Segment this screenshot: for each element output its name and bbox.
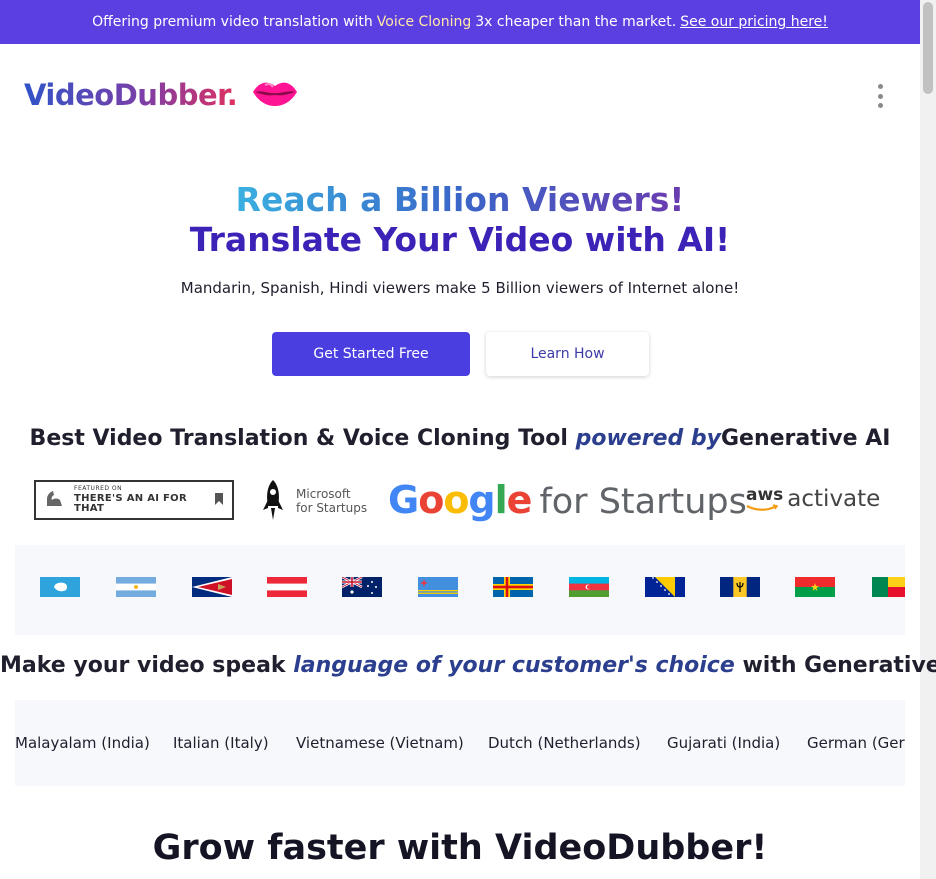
logo-text: VideoDubber.	[24, 78, 238, 112]
banner-highlight: Voice Cloning	[376, 14, 472, 30]
bookmark-icon	[214, 491, 224, 510]
hero-title-line1: Reach a Billion Viewers!	[0, 180, 920, 219]
pricing-link[interactable]: See our pricing here!	[680, 14, 828, 30]
powered-after: Generative AI	[720, 426, 891, 451]
menu-dot	[877, 93, 883, 99]
hero-subtitle: Mandarin, Spanish, Hindi viewers make 5 …	[180, 279, 740, 297]
powered-by-heading: Best Video Translation & Voice Cloning T…	[0, 426, 920, 451]
language-before: Make your video speak	[0, 653, 286, 678]
microsoft-startups-logo[interactable]: Microsoft for Startups	[260, 478, 367, 526]
google-letter: G	[388, 478, 419, 522]
hero-title-line2: Translate Your Video with AI!	[189, 220, 731, 259]
promo-banner: Offering premium video translation with …	[0, 0, 920, 44]
aift-featured-label: FEATURED ON	[74, 485, 123, 492]
google-letter: o	[418, 478, 444, 522]
rocket-icon	[260, 478, 286, 526]
aws-activate-text: activate	[787, 486, 881, 512]
benin-flag-icon	[872, 577, 905, 597]
language-item: Malayalam (India)	[15, 734, 150, 752]
hero-title-line1-text: Reach a Billion Viewers!	[235, 180, 685, 219]
language-item: German (Germany)	[807, 734, 905, 752]
google-for-startups-logo[interactable]: Google for Startups	[388, 478, 747, 522]
burkina-faso-flag-icon	[795, 577, 835, 597]
google-letter: l	[494, 478, 508, 522]
language-heading: Make your video speak language of your c…	[0, 653, 936, 678]
scrollbar-thumb[interactable]	[923, 2, 933, 94]
google-for-startups-text: for Startups	[539, 482, 747, 522]
theresanaiforthat-badge[interactable]: FEATURED ON THERE'S AN AI FOR THAT	[34, 480, 234, 520]
aland-islands-flag-icon	[493, 577, 533, 597]
get-started-button[interactable]: Get Started Free	[272, 332, 470, 376]
language-item: Vietnamese (Vietnam)	[296, 734, 464, 752]
australia-flag-icon	[342, 577, 382, 597]
grow-heading: Grow faster with VideoDubber!	[152, 828, 768, 868]
bosnia-flag-icon	[645, 577, 685, 597]
argentina-flag-icon	[116, 577, 156, 597]
flags-carousel	[15, 545, 905, 635]
language-em: language of your customer's choice	[293, 653, 735, 678]
azerbaijan-flag-icon	[569, 577, 609, 597]
language-item: Dutch (Netherlands)	[488, 734, 641, 752]
american-samoa-flag-icon	[192, 577, 232, 597]
site-logo[interactable]: VideoDubber.	[24, 78, 299, 112]
aws-word: aws	[746, 484, 784, 505]
aift-name: THERE'S AN AI FOR THAT	[74, 493, 187, 514]
menu-dot	[877, 103, 883, 108]
learn-how-button[interactable]: Learn How	[486, 332, 649, 376]
languages-carousel: Malayalam (India) Italian (Italy) Vietna…	[15, 700, 905, 786]
kebab-menu-icon[interactable]	[870, 80, 890, 112]
lips-icon	[251, 78, 299, 112]
language-after: with Generative AI	[742, 653, 936, 678]
powered-before: Best Video Translation & Voice Cloning T…	[29, 426, 568, 451]
aruba-flag-icon	[418, 577, 458, 597]
google-letter: e	[506, 478, 533, 522]
flexed-arm-icon	[44, 487, 66, 513]
microsoft-line1: Microsoft	[296, 487, 351, 502]
language-item: Italian (Italy)	[173, 734, 269, 752]
language-item: Gujarati (India)	[667, 734, 781, 752]
aws-smile-icon	[746, 503, 778, 511]
barbados-flag-icon	[720, 577, 760, 597]
menu-dot	[877, 84, 883, 89]
aws-activate-logo[interactable]: aws activate	[746, 486, 880, 512]
google-letter: o	[443, 478, 469, 522]
aws-mark: aws	[746, 484, 784, 512]
page-scrollbar[interactable]	[920, 0, 936, 879]
google-letter: g	[468, 478, 495, 522]
banner-text-after: 3x cheaper than the market.	[475, 14, 677, 30]
banner-text-before: Offering premium video translation with	[92, 14, 373, 30]
austria-flag-icon	[267, 577, 307, 597]
powered-em: powered by	[575, 426, 721, 451]
antarctica-flag-icon	[40, 577, 80, 597]
google-wordmark: Google	[388, 478, 533, 522]
microsoft-line2: for Startups	[296, 501, 368, 515]
